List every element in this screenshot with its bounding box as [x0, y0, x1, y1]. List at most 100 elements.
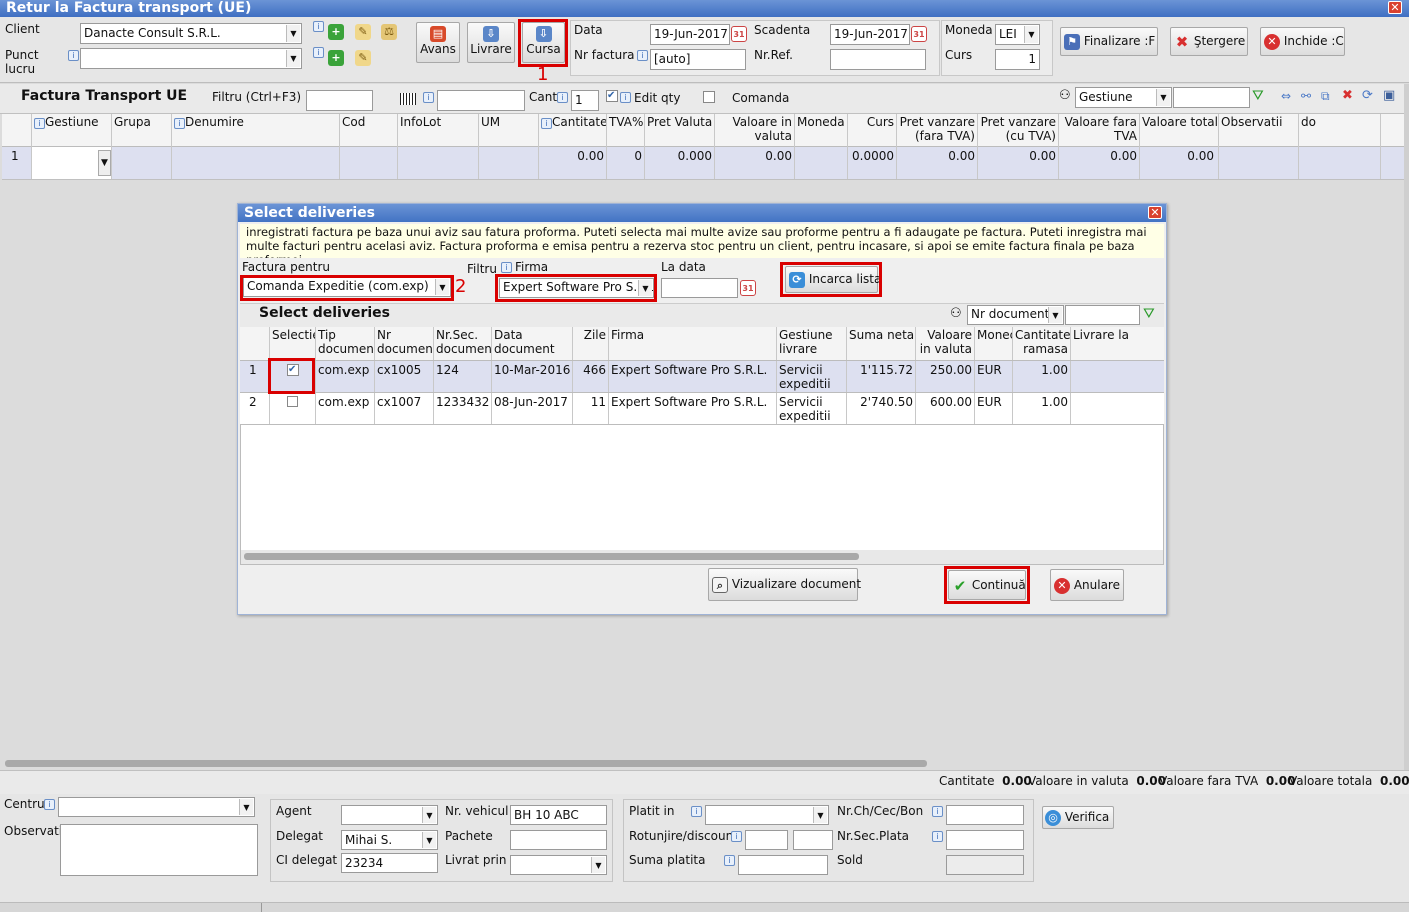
- header-cell[interactable]: TVA%: [607, 114, 645, 147]
- pv-cu-cell[interactable]: 0.00: [978, 147, 1059, 179]
- um-cell[interactable]: [479, 147, 539, 179]
- suma-input[interactable]: [738, 855, 828, 875]
- infolot-cell[interactable]: [398, 147, 479, 179]
- chevron-down-icon[interactable]: ▼: [813, 807, 827, 823]
- discount-input[interactable]: [793, 830, 833, 850]
- binoculars-icon[interactable]: ⚇: [950, 306, 962, 321]
- gestiune-search-input[interactable]: [1173, 87, 1250, 108]
- vizualizare-button[interactable]: ⌕ Vizualizare document: [708, 568, 861, 601]
- header-cell[interactable]: Valoare totala: [1140, 114, 1219, 147]
- dialog-close-icon[interactable]: ✕: [1148, 206, 1162, 219]
- header-cell[interactable]: Cantitate ramasa: [1013, 327, 1071, 360]
- nrvehicul-input[interactable]: BH 10 ABC: [510, 805, 607, 825]
- denumire-cell[interactable]: [172, 147, 340, 179]
- header-cell[interactable]: i Gestiune: [32, 114, 112, 147]
- pret-valuta-cell[interactable]: 0.000: [645, 147, 715, 179]
- do-cell[interactable]: [1299, 147, 1381, 179]
- info-icon[interactable]: i: [691, 806, 702, 817]
- header-cell[interactable]: Livrare la: [1071, 327, 1163, 360]
- header-cell[interactable]: Pret vanzare (fara TVA): [897, 114, 978, 147]
- filter-icon[interactable]: ⛛: [1252, 88, 1264, 104]
- calendar-icon[interactable]: 31: [740, 280, 756, 296]
- header-cell[interactable]: Data document: [492, 327, 573, 360]
- avans-button[interactable]: ▤ Avans: [416, 22, 460, 63]
- chevron-down-icon[interactable]: ▼: [286, 50, 300, 67]
- header-cell[interactable]: Cod: [340, 114, 398, 147]
- save-icon[interactable]: ▣: [1383, 88, 1395, 103]
- info-icon[interactable]: i: [932, 831, 943, 842]
- header-cell[interactable]: Selectie: [270, 327, 316, 360]
- header-cell[interactable]: i Cantitate: [539, 114, 607, 147]
- barcode-input[interactable]: [437, 90, 525, 111]
- client-select[interactable]: Danacte Consult S.R.L. ▼: [80, 23, 302, 44]
- agent-select[interactable]: ▼: [341, 805, 438, 825]
- header-cell[interactable]: Pret Valuta: [645, 114, 715, 147]
- header-cell[interactable]: Valoare fara TVA: [1059, 114, 1140, 147]
- info-icon[interactable]: i: [932, 806, 943, 817]
- pv-fara-cell[interactable]: 0.00: [897, 147, 978, 179]
- info-icon[interactable]: i: [313, 21, 324, 32]
- gestiune-cell[interactable]: ▼: [32, 147, 112, 179]
- pachete-input[interactable]: [510, 830, 607, 850]
- header-cell[interactable]: do: [1299, 114, 1381, 147]
- livrare-button[interactable]: ⇩ Livrare: [467, 22, 515, 63]
- data-input[interactable]: 19-Jun-2017: [650, 24, 730, 45]
- observatii-textarea[interactable]: [60, 824, 258, 876]
- copy-icon[interactable]: ⧉: [1321, 89, 1330, 104]
- chevron-down-icon[interactable]: ▼: [422, 832, 436, 848]
- balance-icon[interactable]: ⚖: [381, 24, 397, 40]
- chevron-down-icon[interactable]: ▼: [239, 799, 253, 815]
- gestiune-sort-select[interactable]: Gestiune ▼: [1075, 87, 1172, 108]
- filter-icon[interactable]: ⛛: [1143, 306, 1155, 322]
- verifica-button[interactable]: ◎ Verifica: [1042, 806, 1114, 829]
- info-icon[interactable]: i: [557, 92, 568, 103]
- header-cell[interactable]: Suma neta: [847, 327, 916, 360]
- calendar-icon[interactable]: 31: [731, 26, 747, 42]
- info-icon[interactable]: i: [423, 92, 434, 103]
- header-cell[interactable]: Firma: [609, 327, 777, 360]
- header-cell[interactable]: Grupa: [112, 114, 172, 147]
- header-cell[interactable]: Pret vanzare (cu TVA): [978, 114, 1059, 147]
- tva-cell[interactable]: 0: [607, 147, 645, 179]
- header-cell[interactable]: Zile: [573, 327, 609, 360]
- curs-input[interactable]: 1: [995, 49, 1040, 70]
- curs-cell[interactable]: 0.0000: [848, 147, 897, 179]
- header-cell[interactable]: Gestiune livrare: [777, 327, 847, 360]
- sort-select[interactable]: Nr document ▼: [967, 305, 1064, 325]
- calendar-icon[interactable]: 31: [911, 26, 927, 42]
- platit-select[interactable]: ▼: [705, 805, 829, 825]
- edit-punct-icon[interactable]: ✎: [355, 50, 371, 66]
- link-icon[interactable]: ⚯: [1301, 89, 1311, 103]
- filtru-input[interactable]: [306, 90, 373, 111]
- nrfactura-input[interactable]: [auto]: [650, 49, 746, 70]
- inchide-button[interactable]: ✕ Inchide :C: [1260, 27, 1345, 56]
- scadenta-input[interactable]: 19-Jun-2017: [830, 24, 910, 45]
- chevron-down-icon[interactable]: ▼: [591, 857, 605, 873]
- centru-select[interactable]: ▼: [58, 797, 255, 817]
- table-row[interactable]: 1 ✔ com.exp cx1005 124 10-Mar-2016 466 E…: [240, 361, 1164, 393]
- header-cell[interactable]: Nr.Sec. document: [434, 327, 492, 360]
- chevron-down-icon[interactable]: ▼: [1024, 26, 1038, 43]
- dialog-horizontal-scrollbar[interactable]: [244, 553, 859, 560]
- info-icon[interactable]: i: [68, 50, 79, 61]
- refresh-icon[interactable]: ⟳: [1362, 88, 1373, 103]
- edit-client-icon[interactable]: ✎: [355, 24, 371, 40]
- delegat-select[interactable]: Mihai S. ▼: [341, 830, 438, 850]
- info-icon[interactable]: i: [620, 92, 631, 103]
- add-punct-icon[interactable]: +: [328, 50, 344, 66]
- ci-input[interactable]: 23234: [341, 853, 438, 873]
- header-cell[interactable]: Valoare in valuta: [916, 327, 975, 360]
- table-row[interactable]: 2 com.exp cx1007 1233432 08-Jun-2017 11 …: [240, 393, 1164, 425]
- header-cell[interactable]: Monec: [975, 327, 1013, 360]
- nrsec-input[interactable]: [946, 830, 1024, 850]
- add-client-icon[interactable]: +: [328, 24, 344, 40]
- header-cell[interactable]: i Denumire: [172, 114, 340, 147]
- vertical-scrollbar[interactable]: [1404, 84, 1409, 796]
- delete-row-icon[interactable]: ✖: [1342, 88, 1353, 103]
- chevron-down-icon[interactable]: ▼: [1156, 89, 1170, 106]
- finalizare-button[interactable]: ⚑ Finalizare :F: [1060, 27, 1158, 56]
- valoare-valuta-cell[interactable]: 0.00: [715, 147, 795, 179]
- header-cell[interactable]: InfoLot: [398, 114, 479, 147]
- header-cell[interactable]: Observatii: [1219, 114, 1299, 147]
- header-cell[interactable]: Tip document: [316, 327, 375, 360]
